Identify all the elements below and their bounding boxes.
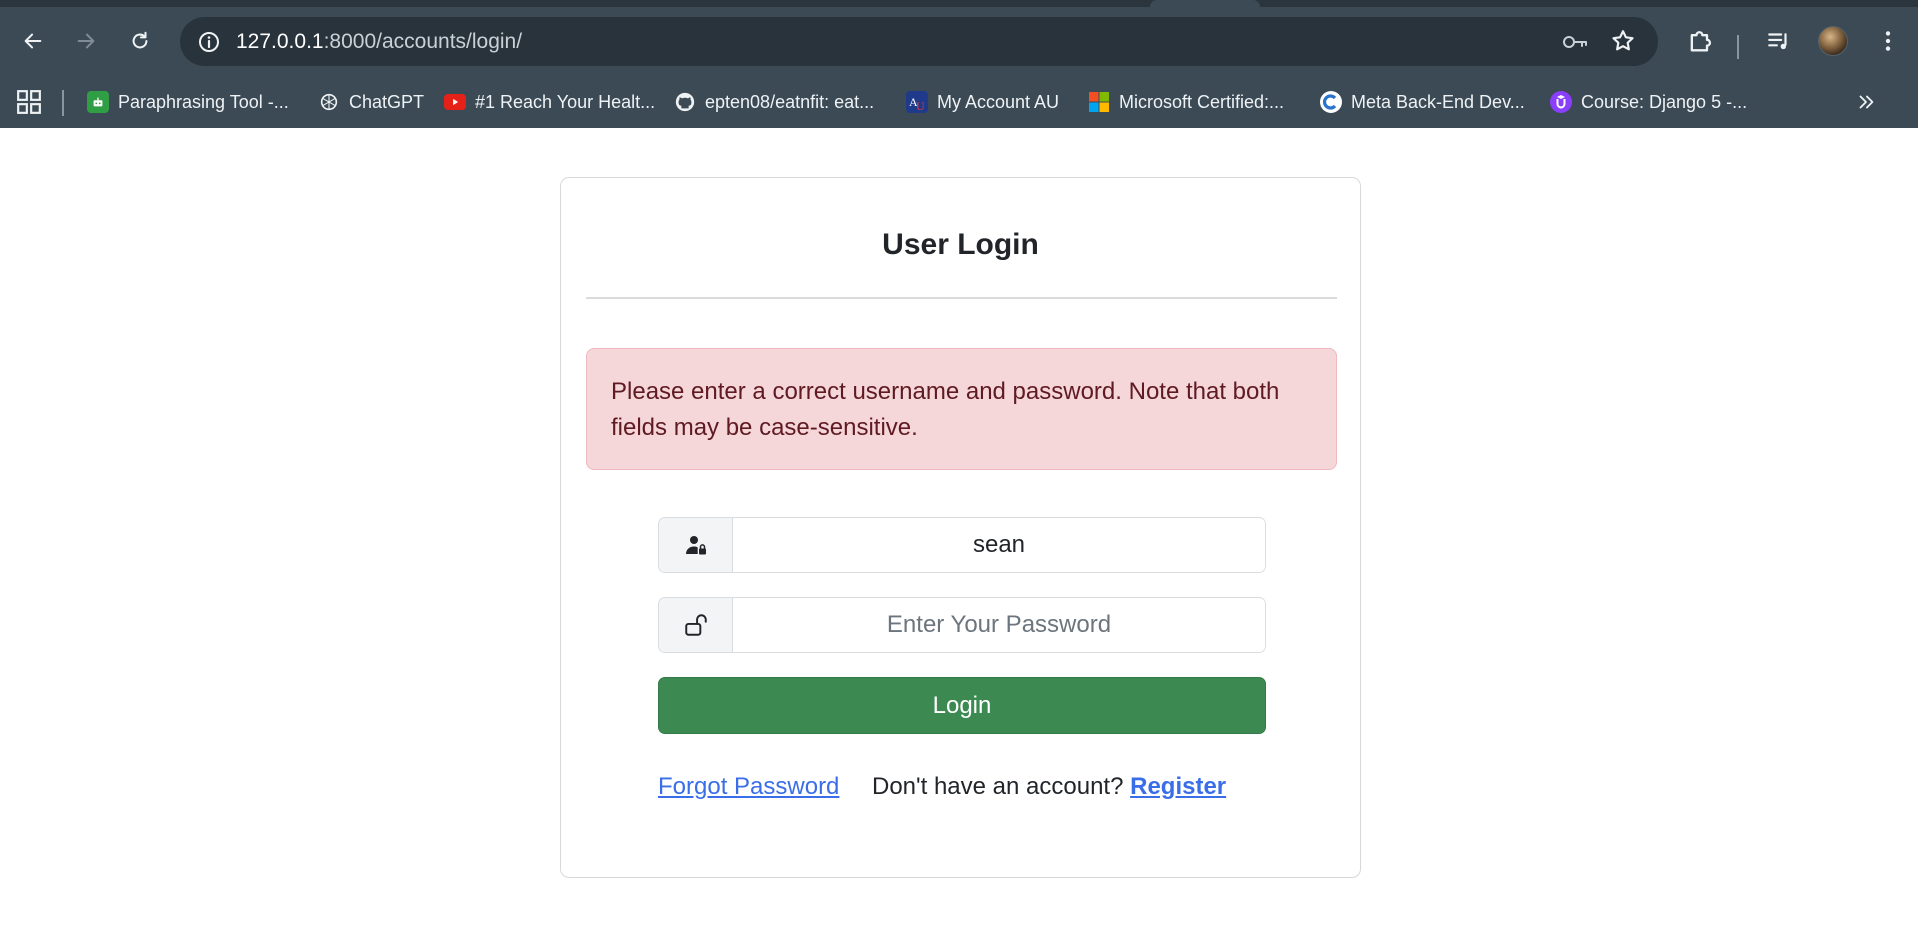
back-button[interactable]	[15, 23, 51, 59]
double-chevron-right-icon	[1859, 95, 1874, 109]
bookmark-github[interactable]: epten08/eatnfit: eat...	[674, 88, 874, 116]
register-link[interactable]: Register	[1130, 773, 1226, 800]
extensions-button[interactable]	[1684, 25, 1716, 57]
bookmark-paraphrasing-tool[interactable]: Paraphrasing Tool -...	[87, 88, 289, 116]
login-card: User Login Please enter a correct userna…	[560, 177, 1361, 878]
toolbar-divider	[1737, 35, 1739, 59]
url-text[interactable]: 127.0.0.1:8000/accounts/login/	[236, 17, 522, 66]
browser-menu-button[interactable]	[1872, 25, 1904, 57]
github-icon	[674, 91, 696, 113]
coursera-icon	[1320, 91, 1342, 113]
username-group	[658, 517, 1266, 573]
chatgpt-icon	[318, 91, 340, 113]
media-control-button[interactable]	[1763, 25, 1795, 57]
bookmark-microsoft-certified[interactable]: Microsoft Certified:...	[1088, 88, 1284, 116]
au-icon: AU	[906, 91, 928, 113]
unlock-icon	[684, 614, 707, 636]
bookmark-label: #1 Reach Your Healt...	[475, 91, 656, 112]
reload-button[interactable]	[122, 23, 158, 59]
udemy-icon	[1550, 91, 1572, 113]
username-addon	[659, 518, 733, 572]
kebab-menu-icon	[1885, 31, 1891, 51]
title-divider	[586, 297, 1337, 299]
key-icon[interactable]	[1562, 29, 1588, 55]
bookmarks-divider	[62, 90, 64, 116]
bookmark-label: epten08/eatnfit: eat...	[705, 91, 875, 112]
bookmark-chatgpt[interactable]: ChatGPT	[318, 88, 424, 116]
bookmark-label: Microsoft Certified:...	[1119, 91, 1285, 112]
tab-strip	[0, 0, 1918, 7]
profile-avatar[interactable]	[1818, 26, 1848, 56]
bookmark-youtube[interactable]: #1 Reach Your Healt...	[444, 88, 655, 116]
forward-button[interactable]	[68, 23, 104, 59]
no-account-text: Don't have an account?	[872, 773, 1124, 800]
svg-text:U: U	[916, 99, 925, 113]
arrow-left-icon	[24, 33, 42, 49]
playlist-music-icon	[1768, 33, 1787, 50]
url-host: 127.0.0.1	[236, 30, 324, 53]
bookmark-meta-backend[interactable]: Meta Back-End Dev...	[1320, 88, 1525, 116]
more-bookmarks-button[interactable]	[1852, 88, 1880, 116]
microsoft-icon	[1088, 91, 1110, 113]
bookmark-label: Meta Back-End Dev...	[1351, 91, 1525, 112]
arrow-right-icon	[77, 33, 95, 49]
paraphrasing-tool-icon	[87, 91, 109, 113]
page-title: User Login	[882, 228, 1039, 261]
bookmarks-bar: Paraphrasing Tool -... ChatGPT #1 Reach …	[0, 76, 1918, 128]
reload-icon	[132, 31, 148, 49]
bookmark-django-course[interactable]: Course: Django 5 -...	[1550, 88, 1747, 116]
bookmark-label: Course: Django 5 -...	[1581, 91, 1748, 112]
active-tab[interactable]	[1150, 0, 1260, 7]
puzzle-icon	[1690, 31, 1712, 52]
bookmark-label: ChatGPT	[349, 91, 425, 112]
address-bar[interactable]: 127.0.0.1:8000/accounts/login/	[180, 17, 1658, 66]
bookmark-star-icon[interactable]	[1610, 28, 1636, 54]
user-lock-icon	[685, 536, 706, 555]
browser-chrome: 127.0.0.1:8000/accounts/login/ Paraphras…	[0, 0, 1918, 128]
register-prompt: Don't have an account? Register	[872, 773, 1226, 801]
login-button[interactable]: Login	[658, 677, 1266, 734]
username-input[interactable]	[733, 518, 1265, 572]
forgot-password-link[interactable]: Forgot Password	[658, 773, 839, 801]
bookmark-label: Paraphrasing Tool -...	[118, 91, 289, 112]
bookmark-label: My Account AU	[937, 91, 1060, 112]
browser-toolbar: 127.0.0.1:8000/accounts/login/	[0, 7, 1918, 76]
url-path: :8000/accounts/login/	[323, 30, 523, 53]
apps-grid-icon[interactable]	[16, 89, 42, 115]
password-input[interactable]	[733, 598, 1265, 652]
error-alert: Please enter a correct username and pass…	[586, 348, 1337, 470]
password-addon	[659, 598, 733, 652]
password-group	[658, 597, 1266, 653]
bookmark-my-account-au[interactable]: AU My Account AU	[906, 88, 1059, 116]
site-info-icon[interactable]	[194, 27, 224, 57]
youtube-icon	[444, 94, 466, 110]
